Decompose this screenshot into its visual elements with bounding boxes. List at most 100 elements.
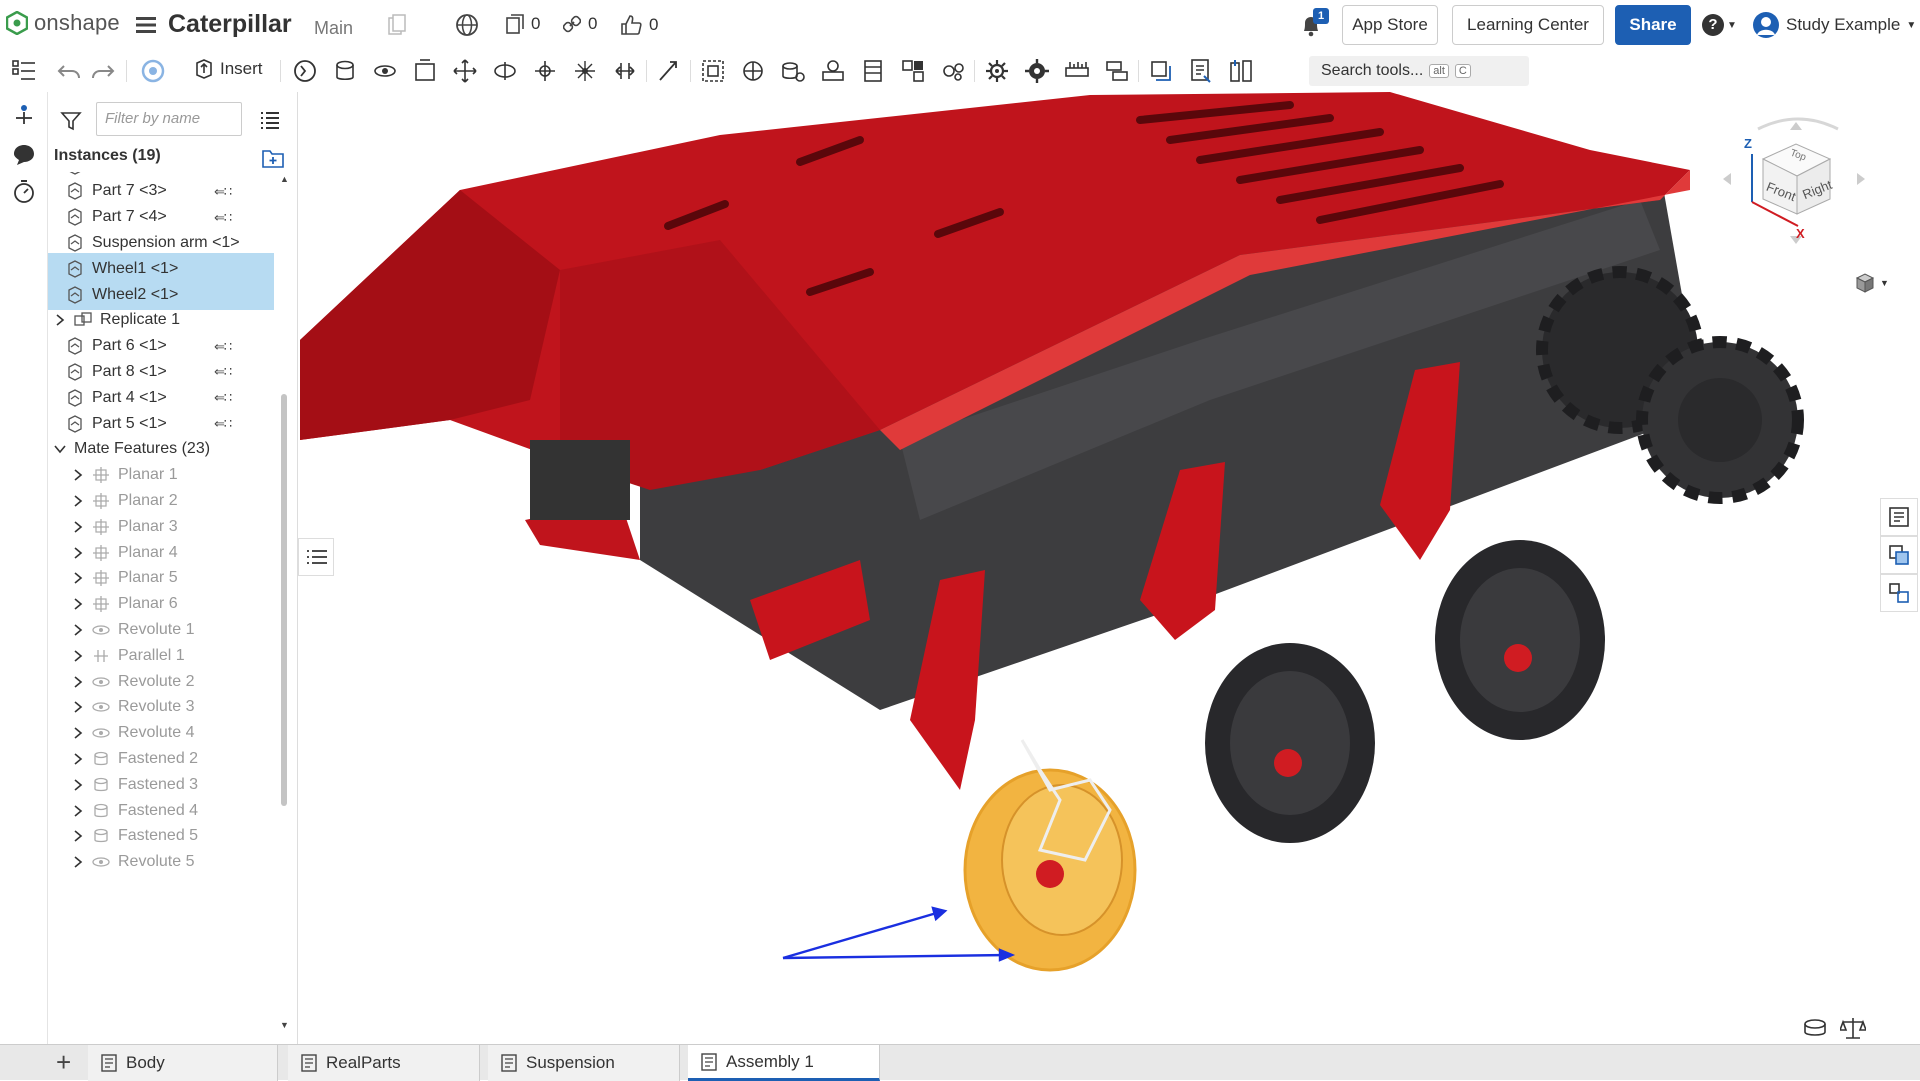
tree-row-label: Planar 1 — [118, 466, 178, 484]
cog-settings-icon[interactable] — [1024, 58, 1050, 84]
feature-list-icon[interactable] — [11, 58, 37, 84]
chevron-right-icon[interactable] — [70, 777, 86, 793]
tree-row-label: Planar 3 — [118, 517, 178, 535]
insert-button[interactable]: Insert — [194, 58, 263, 80]
view-options-menu[interactable]: ▼ — [1854, 272, 1889, 294]
add-tab-icon[interactable]: + — [56, 1049, 71, 1075]
group-icon[interactable] — [700, 58, 726, 84]
fastened-mate-icon — [94, 777, 108, 791]
chevron-right-icon[interactable] — [70, 648, 86, 664]
mass-properties-icon[interactable] — [1802, 1016, 1828, 1040]
comments-icon[interactable] — [11, 142, 37, 168]
mate-values-icon[interactable] — [1104, 58, 1130, 84]
part-icon — [70, 172, 80, 175]
versions-count[interactable]: 0 — [506, 14, 540, 34]
hamburger-menu-icon[interactable] — [136, 16, 156, 34]
tab-body[interactable]: Body — [88, 1045, 278, 1081]
search-tools-input[interactable]: Search tools... alt C — [1309, 56, 1529, 86]
tree-row[interactable]: Revolute 5 — [48, 847, 274, 878]
balance-scale-icon[interactable] — [1840, 1016, 1866, 1040]
scroll-down-arrow-icon[interactable]: ▼ — [280, 1020, 289, 1030]
chevron-right-icon[interactable] — [70, 570, 86, 586]
scrollbar-thumb[interactable] — [281, 394, 287, 806]
history-timer-icon[interactable] — [11, 178, 37, 204]
pin-slot-mate-icon[interactable] — [532, 58, 558, 84]
tab-assembly-1[interactable]: Assembly 1 — [688, 1045, 880, 1081]
cylindrical-mate-icon[interactable] — [492, 58, 518, 84]
mate-connector-icon[interactable] — [11, 102, 37, 128]
branch-name[interactable]: Main — [314, 18, 353, 39]
appearance-panel-button[interactable] — [1880, 536, 1918, 574]
variable-studio-icon[interactable] — [1228, 58, 1254, 84]
screw-relation-icon[interactable] — [860, 58, 886, 84]
chevron-right-icon[interactable] — [70, 828, 86, 844]
snap-mode-icon[interactable] — [140, 58, 166, 84]
chevron-right-icon[interactable] — [70, 699, 86, 715]
chevron-right-icon[interactable] — [70, 519, 86, 535]
learning-center-button[interactable]: Learning Center — [1452, 5, 1604, 45]
chevron-right-icon[interactable] — [70, 622, 86, 638]
rack-pinion-icon[interactable] — [820, 58, 846, 84]
toggle-feature-list-button[interactable] — [298, 538, 334, 576]
mate-connector-tool-icon[interactable] — [740, 58, 766, 84]
ball-mate-icon[interactable] — [572, 58, 598, 84]
explode-view-icon[interactable] — [900, 58, 926, 84]
globe-icon[interactable] — [455, 13, 479, 37]
gear-icon[interactable] — [984, 58, 1010, 84]
notifications-badge[interactable]: 1 — [1313, 8, 1329, 24]
document-title[interactable]: Caterpillar — [168, 10, 292, 39]
help-menu[interactable]: ? ▼ — [1702, 14, 1737, 36]
scroll-up-arrow-icon[interactable]: ▲ — [280, 174, 289, 184]
links-count[interactable]: 0 — [563, 14, 597, 34]
chevron-right-icon[interactable] — [70, 545, 86, 561]
graphics-viewport[interactable]: Top Front Right Z X ▼ — [298, 92, 1920, 1044]
undo-icon[interactable] — [56, 58, 82, 84]
chevron-right-icon[interactable] — [70, 467, 86, 483]
chevron-down-icon[interactable] — [52, 441, 68, 457]
gear-relation-icon[interactable] — [940, 58, 966, 84]
selected-yellow-wheel[interactable] — [963, 739, 1137, 972]
tab-suspension[interactable]: Suspension — [488, 1045, 680, 1081]
redo-icon[interactable] — [90, 58, 116, 84]
part-icon — [68, 208, 82, 226]
linear-pattern-icon[interactable] — [780, 58, 806, 84]
slider-mate-icon[interactable] — [412, 58, 438, 84]
chevron-right-icon[interactable] — [70, 725, 86, 741]
chevron-right-icon[interactable] — [70, 493, 86, 509]
chevron-right-icon[interactable] — [70, 803, 86, 819]
ruler-measure-icon[interactable] — [1064, 58, 1090, 84]
chevron-right-icon[interactable] — [70, 596, 86, 612]
share-button[interactable]: Share — [1615, 5, 1691, 45]
filter-funnel-icon[interactable] — [60, 110, 82, 132]
instances-header: Instances (19) — [54, 147, 161, 164]
properties-panel-button[interactable] — [1880, 498, 1918, 536]
parallel-mate-icon[interactable] — [612, 58, 638, 84]
fastened-mate-icon[interactable] — [332, 58, 358, 84]
tangent-mate-icon[interactable] — [656, 58, 682, 84]
replicate-icon[interactable] — [292, 58, 318, 84]
configurations-panel-button[interactable] — [1880, 574, 1918, 612]
chevron-right-icon[interactable] — [70, 751, 86, 767]
bom-table-icon[interactable] — [1188, 58, 1214, 84]
revolute-mate-icon[interactable] — [372, 58, 398, 84]
filter-by-name-input[interactable]: Filter by name — [96, 102, 242, 136]
planar-mate-icon[interactable] — [452, 58, 478, 84]
tab-realparts[interactable]: RealParts — [288, 1045, 480, 1081]
app-store-button[interactable]: App Store — [1342, 5, 1438, 45]
panel-scrollbar[interactable]: ▲ ▼ — [278, 174, 290, 1034]
user-menu[interactable]: Study Example ▼ — [1752, 11, 1916, 39]
onshape-logo[interactable]: onshape — [6, 10, 120, 36]
copy-document-icon[interactable] — [388, 14, 406, 36]
external-link-icon: ⇐∷ — [214, 183, 232, 199]
view-cube[interactable]: Top Front Right Z X — [1718, 114, 1868, 244]
list-view-icon[interactable] — [260, 110, 280, 130]
add-folder-icon[interactable] — [261, 147, 285, 169]
chevron-right-icon[interactable] — [52, 312, 68, 328]
chevron-right-icon[interactable] — [70, 854, 86, 870]
tree-row-label: Part 6 <1> — [92, 337, 167, 355]
thumbs-up-icon — [621, 15, 642, 35]
assembly-3d-model[interactable] — [298, 92, 1920, 1044]
section-view-icon[interactable] — [1148, 58, 1174, 84]
chevron-right-icon[interactable] — [70, 674, 86, 690]
likes-count[interactable]: 0 — [620, 14, 658, 36]
